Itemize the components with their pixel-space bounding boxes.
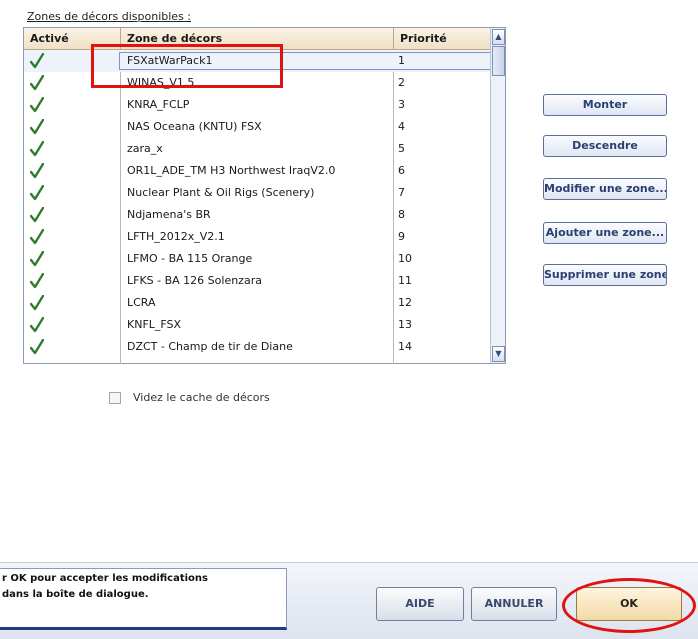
edit-zone-button[interactable]: Modifier une zone... bbox=[543, 178, 667, 200]
zone-priority: 5 bbox=[398, 142, 405, 155]
table-row[interactable]: LFTH_2012x_V2.1 9 bbox=[24, 226, 491, 248]
scroll-up-icon[interactable]: ▲ bbox=[492, 29, 505, 45]
clear-cache-label: Videz le cache de décors bbox=[133, 391, 270, 404]
move-up-button[interactable]: Monter bbox=[543, 94, 667, 116]
zone-priority: 4 bbox=[398, 120, 405, 133]
cancel-button[interactable]: ANNULER bbox=[471, 587, 557, 621]
zone-name: LCRA bbox=[127, 296, 156, 309]
table-row[interactable]: LCRA 12 bbox=[24, 292, 491, 314]
zone-priority: 6 bbox=[398, 164, 405, 177]
active-check-icon[interactable] bbox=[29, 316, 45, 333]
table-row[interactable]: LFMO - BA 115 Orange 10 bbox=[24, 248, 491, 270]
active-check-icon[interactable] bbox=[29, 118, 45, 135]
active-check-icon[interactable] bbox=[29, 206, 45, 223]
active-check-icon[interactable] bbox=[29, 162, 45, 179]
zone-priority: 3 bbox=[398, 98, 405, 111]
active-check-icon[interactable] bbox=[29, 52, 45, 69]
zone-name: LFMO - BA 115 Orange bbox=[127, 252, 253, 265]
move-down-button[interactable]: Descendre bbox=[543, 135, 667, 157]
zone-name: Ndjamena's BR bbox=[127, 208, 211, 221]
delete-zone-button[interactable]: Supprimer une zone bbox=[543, 264, 667, 286]
table-row[interactable]: DZCT - Champ de tir de Diane 14 bbox=[24, 336, 491, 358]
add-zone-button[interactable]: Ajouter une zone... bbox=[543, 222, 667, 244]
clear-cache-checkbox[interactable] bbox=[109, 392, 121, 404]
table-row[interactable]: LFKS - BA 126 Solenzara 11 bbox=[24, 270, 491, 292]
table-row[interactable]: Nuclear Plant & Oil Rigs (Scenery) 7 bbox=[24, 182, 491, 204]
zone-priority: 13 bbox=[398, 318, 412, 331]
scroll-down-icon[interactable]: ▼ bbox=[492, 346, 505, 362]
zone-priority: 7 bbox=[398, 186, 405, 199]
help-text-line: r OK pour accepter les modifications bbox=[2, 573, 208, 584]
zone-priority: 11 bbox=[398, 274, 412, 287]
active-check-icon[interactable] bbox=[29, 74, 45, 91]
help-button[interactable]: AIDE bbox=[376, 587, 464, 621]
table-row[interactable]: NAS Oceana (KNTU) FSX 4 bbox=[24, 116, 491, 138]
active-check-icon[interactable] bbox=[29, 294, 45, 311]
zone-name: LFKS - BA 126 Solenzara bbox=[127, 274, 262, 287]
table-row[interactable]: KNFL_FSX 13 bbox=[24, 314, 491, 336]
zone-name: OR1L_ADE_TM H3 Northwest IraqV2.0 bbox=[127, 164, 336, 177]
zone-priority: 8 bbox=[398, 208, 405, 221]
column-header-priority[interactable]: Priorité bbox=[394, 28, 491, 50]
table-body: FSXatWarPack1 1 WINAS_V1.5 2 KNRA_FCLP 3 NAS O… bbox=[24, 50, 491, 358]
table-row[interactable]: KNRA_FCLP 3 bbox=[24, 94, 491, 116]
active-check-icon[interactable] bbox=[29, 228, 45, 245]
active-check-icon[interactable] bbox=[29, 96, 45, 113]
zone-name: LFTH_2012x_V2.1 bbox=[127, 230, 225, 243]
zone-priority: 1 bbox=[398, 54, 405, 67]
highlight-rectangle bbox=[91, 44, 283, 88]
zone-priority: 12 bbox=[398, 296, 412, 309]
available-zones-label: Zones de décors disponibles : bbox=[27, 10, 192, 23]
zone-name: zara_x bbox=[127, 142, 163, 155]
zone-name: NAS Oceana (KNTU) FSX bbox=[127, 120, 262, 133]
zone-priority: 9 bbox=[398, 230, 405, 243]
zone-name: KNFL_FSX bbox=[127, 318, 182, 331]
highlight-ellipse bbox=[562, 578, 696, 633]
zone-priority: 10 bbox=[398, 252, 412, 265]
zone-priority: 14 bbox=[398, 340, 412, 353]
active-check-icon[interactable] bbox=[29, 272, 45, 289]
zone-name: Nuclear Plant & Oil Rigs (Scenery) bbox=[127, 186, 315, 199]
active-check-icon[interactable] bbox=[29, 250, 45, 267]
table-row[interactable]: Ndjamena's BR 8 bbox=[24, 204, 491, 226]
zone-name: DZCT - Champ de tir de Diane bbox=[127, 340, 293, 353]
active-check-icon[interactable] bbox=[29, 140, 45, 157]
table-row[interactable]: zara_x 5 bbox=[24, 138, 491, 160]
active-check-icon[interactable] bbox=[29, 184, 45, 201]
active-check-icon[interactable] bbox=[29, 338, 45, 355]
zone-priority: 2 bbox=[398, 76, 405, 89]
table-row[interactable]: OR1L_ADE_TM H3 Northwest IraqV2.0 6 bbox=[24, 160, 491, 182]
zone-name: KNRA_FCLP bbox=[127, 98, 190, 111]
help-text-line: dans la boîte de dialogue. bbox=[2, 589, 149, 600]
scrollbar-thumb[interactable] bbox=[492, 46, 505, 76]
vertical-scrollbar[interactable]: ▲ ▼ bbox=[490, 28, 505, 363]
help-text-box: r OK pour accepter les modifications dan… bbox=[0, 568, 287, 630]
